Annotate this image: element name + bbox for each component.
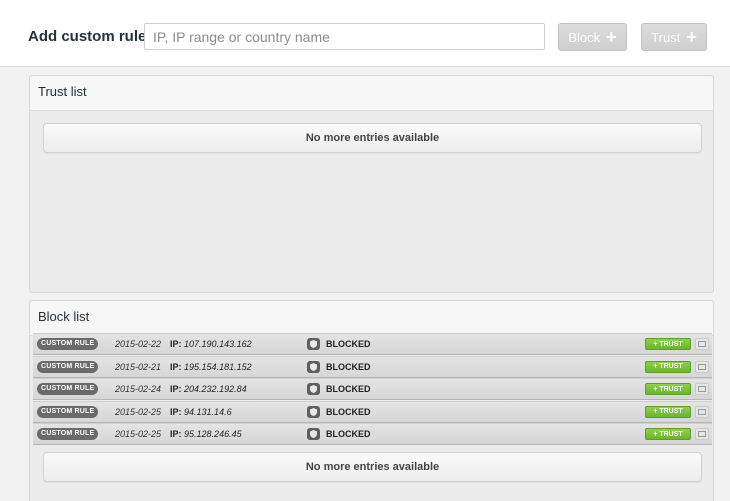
table-row: CUSTOM RULE 2015-02-25 IP: 95.128.246.45… (33, 423, 712, 445)
rule-date: 2015-02-21 (115, 361, 162, 372)
block-button[interactable]: Block + (558, 23, 627, 51)
delete-icon[interactable] (695, 405, 709, 418)
block-list-panel: Block list CUSTOM RULE 2015-02-22 IP: 10… (29, 300, 714, 501)
add-rule-bar: Add custom rule Block + Trust + (0, 0, 730, 66)
plus-icon: + (686, 27, 697, 47)
rule-date: 2015-02-25 (115, 406, 162, 417)
trust-button-label: Trust (651, 29, 681, 45)
shield-icon (307, 428, 320, 440)
delete-icon[interactable] (695, 428, 709, 440)
trust-row-button[interactable]: + TRUST (645, 428, 691, 440)
status-label: BLOCKED (326, 339, 371, 349)
ip-value: 195.154.181.152 (184, 361, 252, 372)
custom-rule-tag: CUSTOM RULE (37, 383, 99, 395)
table-row: CUSTOM RULE 2015-02-21 IP: 195.154.181.1… (33, 355, 712, 378)
rule-date: 2015-02-24 (115, 384, 162, 394)
rule-ip: IP: 204.232.192.84 (170, 384, 247, 394)
trust-row-button[interactable]: + TRUST (645, 405, 691, 418)
rule-date: 2015-02-22 (115, 339, 162, 349)
shield-icon (307, 383, 320, 395)
trust-list-empty-message: No more entries available (43, 123, 702, 153)
custom-rule-tag: CUSTOM RULE (37, 428, 99, 440)
table-row: CUSTOM RULE 2015-02-22 IP: 107.190.143.1… (33, 333, 712, 355)
status-label: BLOCKED (326, 384, 371, 394)
block-button-label: Block (568, 29, 601, 45)
delete-icon[interactable] (695, 383, 709, 395)
ip-label: IP: (170, 384, 182, 394)
status-label: BLOCKED (326, 406, 371, 417)
custom-rule-tag: CUSTOM RULE (37, 405, 99, 418)
trust-row-button[interactable]: + TRUST (645, 383, 691, 395)
block-list-title: Block list (30, 301, 713, 336)
rule-input[interactable] (144, 23, 545, 50)
rule-ip: IP: 94.131.14.6 (170, 407, 232, 417)
trust-list-panel: Trust list No more entries available (29, 75, 714, 293)
ip-label: IP: (170, 339, 182, 349)
status-label: BLOCKED (326, 361, 371, 372)
table-row: CUSTOM RULE 2015-02-24 IP: 204.232.192.8… (33, 378, 712, 400)
add-custom-rule-label: Add custom rule (28, 28, 147, 45)
trust-button[interactable]: Trust + (641, 23, 707, 51)
ip-label: IP: (170, 406, 182, 417)
rule-ip: IP: 195.154.181.152 (170, 362, 252, 372)
shield-icon (307, 338, 320, 350)
ip-label: IP: (170, 361, 182, 372)
status-label: BLOCKED (326, 429, 371, 439)
ip-value: 95.128.246.45 (184, 429, 242, 439)
table-row: CUSTOM RULE 2015-02-25 IP: 94.131.14.6 B… (33, 400, 712, 423)
custom-rule-tag: CUSTOM RULE (37, 360, 99, 373)
rule-date: 2015-02-25 (115, 429, 162, 439)
shield-icon (307, 360, 320, 373)
rule-ip: IP: 107.190.143.162 (170, 339, 252, 349)
ip-value: 94.131.14.6 (184, 406, 232, 417)
delete-icon[interactable] (695, 360, 709, 373)
block-list-rows: CUSTOM RULE 2015-02-22 IP: 107.190.143.1… (33, 333, 712, 446)
custom-rule-tag: CUSTOM RULE (37, 338, 99, 350)
plus-icon: + (606, 27, 617, 47)
ip-value: 204.232.192.84 (184, 384, 247, 394)
rule-ip: IP: 95.128.246.45 (170, 429, 242, 439)
ip-value: 107.190.143.162 (184, 339, 252, 349)
block-list-empty-message: No more entries available (43, 452, 702, 482)
delete-icon[interactable] (695, 338, 709, 350)
ip-label: IP: (170, 429, 182, 439)
shield-icon (307, 405, 320, 418)
main-area: Trust list No more entries available Blo… (0, 67, 730, 501)
trust-list-title: Trust list (30, 76, 713, 111)
trust-row-button[interactable]: + TRUST (645, 360, 691, 373)
trust-row-button[interactable]: + TRUST (645, 338, 691, 350)
